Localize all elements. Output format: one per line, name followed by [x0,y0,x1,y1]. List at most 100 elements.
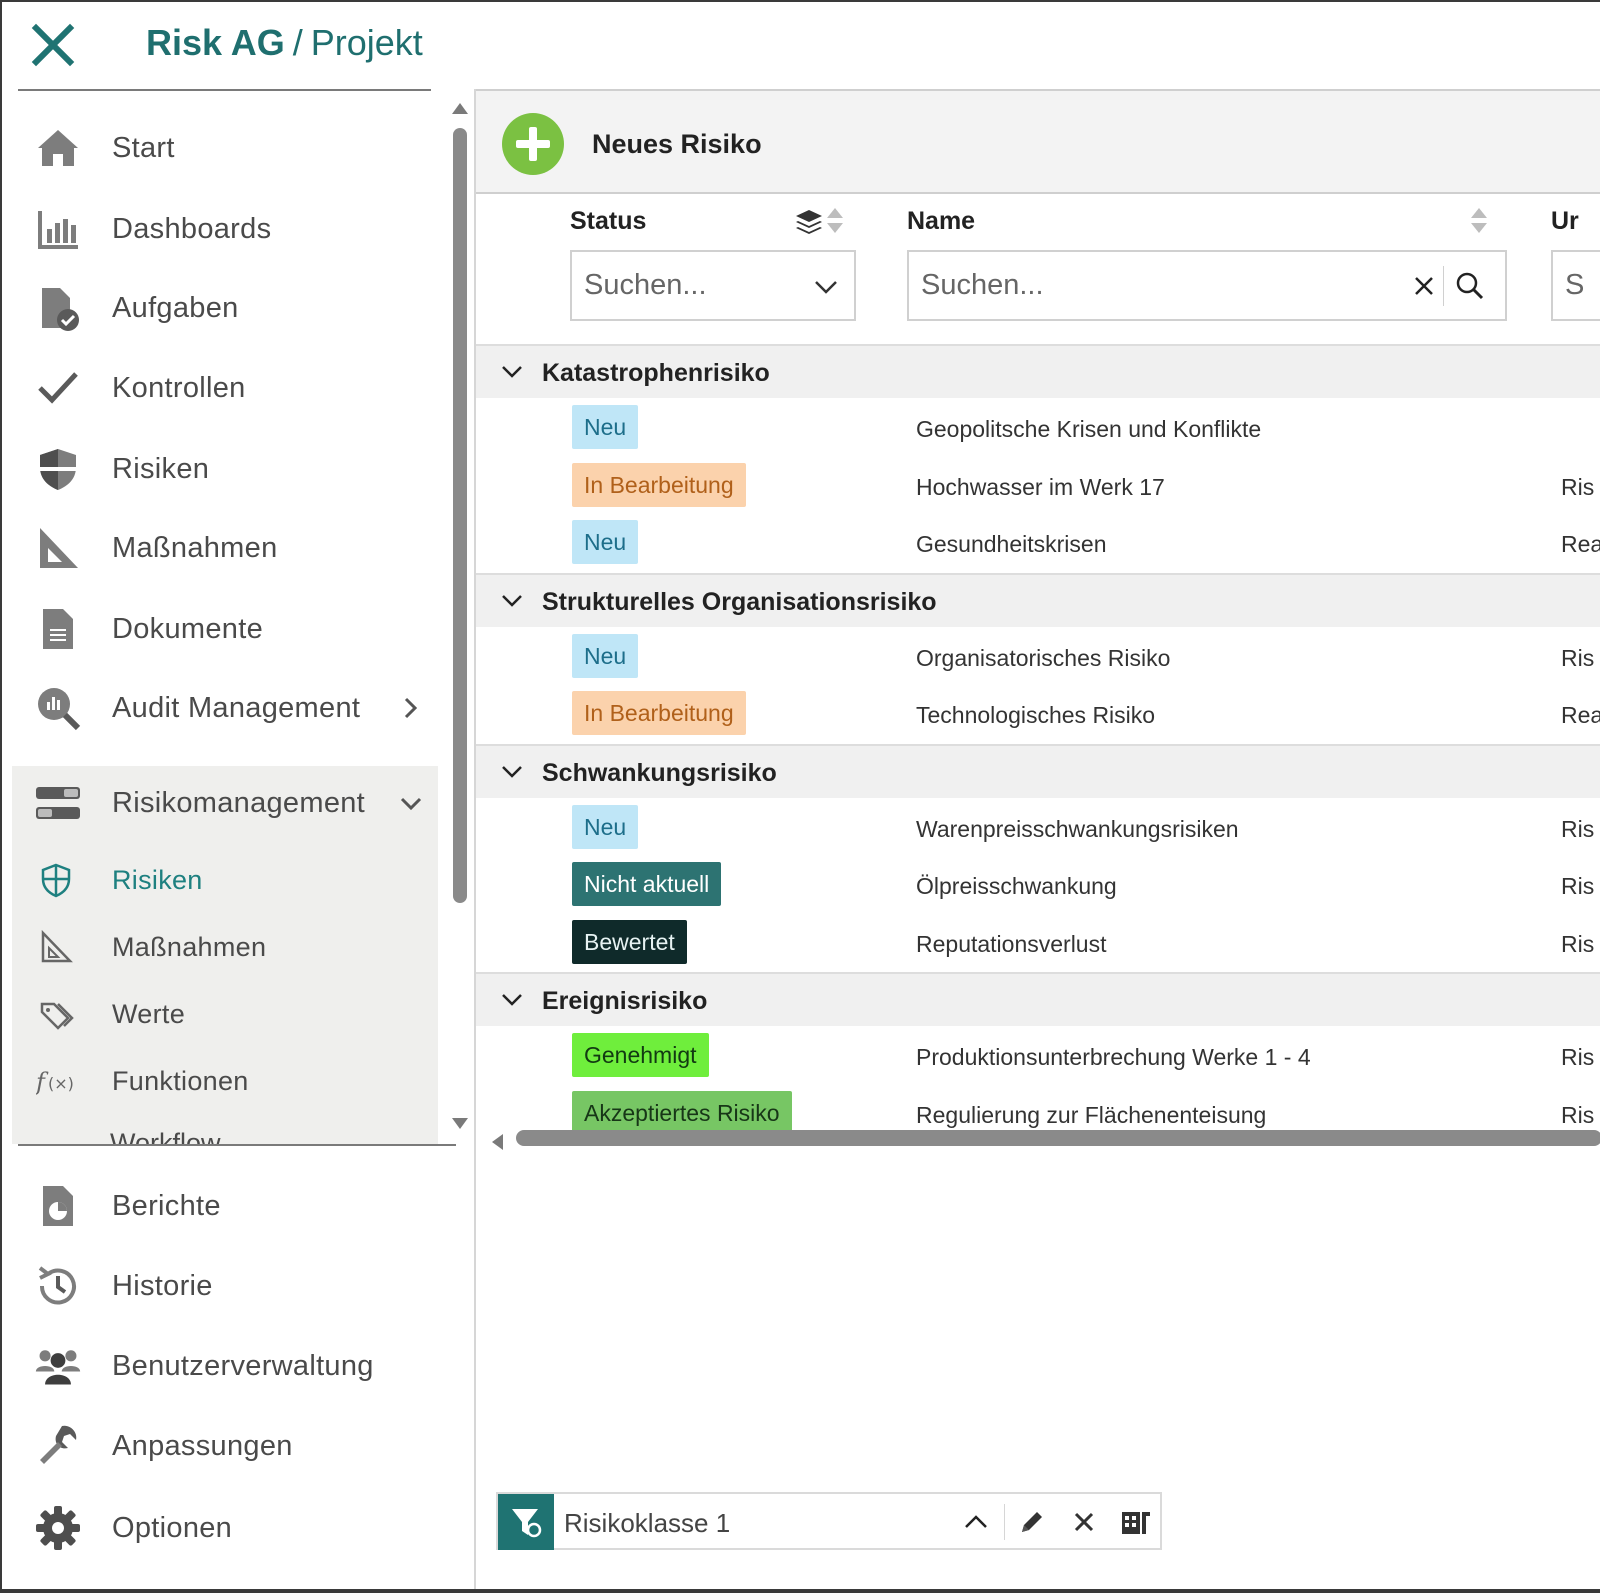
submenu-item-label: Werte [112,998,186,1029]
risk-extra-cell: Ris [1561,1044,1595,1070]
table-row[interactable]: Neu Gesundheitskrisen Rea [476,513,1600,571]
sidebar-item-label: Kontrollen [112,371,246,404]
table-row[interactable]: Bewertet Reputationsverlust Ris [476,913,1600,971]
pencil-icon [1022,1512,1042,1532]
table-row[interactable]: In Bearbeitung Technologisches Risiko Rea [476,684,1600,742]
table-row[interactable]: In Bearbeitung Hochwasser im Werk 17 Ris [476,456,1600,514]
risk-name: Technologisches Risiko [916,702,1156,728]
group-row[interactable]: Schwankungsrisiko [476,743,1600,798]
status-badge: Bewertet [572,919,687,964]
submenu-item-label: Maßnahmen [112,931,267,962]
gear-icon [34,1504,82,1552]
chevron-down-icon [400,797,422,811]
submenu-item-risiken[interactable]: Risiken [18,849,438,911]
shield-outline-icon [36,860,76,900]
sidebar-item-dashboards[interactable]: Dashboards [18,194,438,264]
group-row[interactable]: Ereignisrisiko [476,972,1600,1026]
table-row[interactable]: Neu Warenpreisschwankungsrisiken Ris [476,798,1600,856]
sidebar-item-audit-management[interactable]: Audit Management [18,673,438,743]
sidebar-item-label: Benutzerverwaltung [112,1349,374,1382]
table-row[interactable]: Genehmigt Produktionsunterbrechung Werke … [476,1026,1600,1084]
sidebar-item-benutzerverwaltung[interactable]: Benutzerverwaltung [18,1331,438,1401]
sidebar-item-risikomanagement[interactable]: Risikomanagement [18,768,438,838]
close-icon[interactable] [28,22,78,68]
tags-icon [36,994,76,1034]
sidebar-item-label: Berichte [112,1189,221,1222]
risk-extra-cell: Rea [1561,531,1600,557]
submenu-item-clipped[interactable]: Workflow [110,1128,221,1144]
chevron-down-icon [502,366,522,378]
name-search-input[interactable]: Suchen... [907,250,1507,321]
filter-settings-icon[interactable] [498,1494,554,1550]
building-icon [1122,1512,1150,1534]
table-row[interactable]: Neu Geopolitsche Krisen und Konflikte [476,398,1600,456]
expand-filter-button[interactable] [956,1502,996,1542]
column-header-third[interactable]: Ur [1551,207,1600,236]
sidebar-item-dokumente[interactable]: Dokumente [18,594,438,664]
risk-extra-cell: Ris [1561,815,1595,842]
users-icon [34,1342,82,1390]
sidebar-item-risiken[interactable]: Risiken [18,434,438,504]
edit-filter-button[interactable] [1012,1502,1052,1542]
risk-extra-cell: Rea [1561,702,1600,728]
toggle-list-icon [34,779,82,827]
table-row[interactable]: Nicht aktuell Ölpreisschwankung Ris [476,855,1600,913]
third-filter-input[interactable]: S [1551,250,1600,321]
clear-icon[interactable] [1413,275,1435,297]
risk-name: Hochwasser im Werk 17 [916,473,1165,500]
checkmark-icon [34,364,82,412]
sidebar-item-berichte[interactable]: Berichte [18,1171,438,1241]
risk-extra-cell: Ris [1561,473,1595,500]
sidebar-item-kontrollen[interactable]: Kontrollen [18,353,438,423]
sidebar-item-historie[interactable]: Historie [18,1251,438,1321]
sidebar-scroll-up[interactable] [452,103,468,114]
submenu-item-massnahmen[interactable]: Maßnahmen [18,916,438,978]
search-icon[interactable] [1455,271,1485,301]
column-header-status[interactable]: Status [570,207,646,236]
org-name: Risk AG [146,22,285,63]
risk-name: Ölpreisschwankung [916,873,1117,899]
set-square-icon [34,524,82,572]
table-scrollbar-thumb[interactable] [516,1130,1600,1146]
status-badge: Neu [572,804,639,849]
sidebar-item-label: Risikomanagement [112,786,366,819]
report-icon [34,1182,82,1230]
header-divider [18,89,431,91]
risk-extra-cell: Ris [1561,1101,1595,1128]
sort-icon[interactable] [1470,208,1488,236]
main-content: Neues Risiko Status Name Ur Suchen... Su… [474,89,1600,1593]
sidebar-item-label: Anpassungen [112,1429,293,1462]
submenu-item-werte[interactable]: Werte [18,983,438,1045]
risk-name: Geopolitsche Krisen und Konflikte [916,416,1262,442]
remove-filter-button[interactable] [1064,1502,1104,1542]
sidebar-item-aufgaben[interactable]: Aufgaben [18,273,438,343]
history-icon [34,1262,82,1310]
sidebar-item-label: Dokumente [112,612,263,645]
title-separator: / [292,22,303,63]
new-risk-button[interactable]: Neues Risiko [502,113,762,175]
section-name: Projekt [310,22,423,63]
group-row[interactable]: Katastrophenrisiko [476,344,1600,398]
column-header-name[interactable]: Name [907,207,975,236]
group-row[interactable]: Strukturelles Organisationsrisiko [476,572,1600,627]
sort-icon[interactable] [826,208,844,236]
status-badge: In Bearbeitung [572,462,746,507]
sidebar-scrollbar-thumb[interactable] [453,128,467,903]
filter-columns-button[interactable] [1116,1502,1156,1542]
sidebar-item-optionen[interactable]: Optionen [18,1493,438,1563]
close-icon [1074,1512,1094,1532]
sidebar-item-massnahmen[interactable]: Maßnahmen [18,513,438,583]
submenu-item-funktionen[interactable]: f (×) Funktionen [18,1050,438,1112]
group-layers-icon[interactable] [794,207,824,237]
sidebar-item-label: Start [112,131,175,164]
sidebar-item-label: Risiken [112,452,210,485]
filter-name: Risikoklasse 1 [564,1508,731,1538]
sidebar-item-anpassungen[interactable]: Anpassungen [18,1411,438,1481]
table-row[interactable]: Neu Organisatorisches Risiko Ris [476,627,1600,685]
svg-text:(×): (×) [48,1074,74,1093]
status-filter-select[interactable]: Suchen... [570,250,856,321]
status-badge: Genehmigt [572,1033,709,1077]
sidebar-item-start[interactable]: Start [18,113,438,183]
table-scroll-left[interactable] [492,1134,503,1150]
sidebar-scroll-down[interactable] [452,1118,468,1129]
